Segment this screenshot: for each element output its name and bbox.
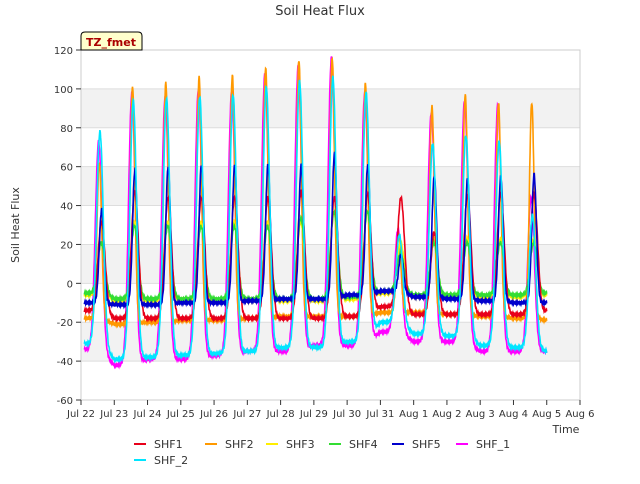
y-axis-label: Soil Heat Flux (9, 187, 22, 263)
y-tick-label: 100 (54, 85, 73, 96)
y-tick-label: -40 (57, 357, 73, 368)
site-label: TZ_fmet (86, 36, 136, 49)
y-tick-label: 120 (54, 46, 73, 57)
legend-label: SHF_2 (154, 454, 188, 467)
y-tick-label: 0 (67, 279, 73, 290)
x-tick-label: Jul 30 (332, 409, 361, 420)
x-tick-label: Jul 22 (66, 409, 95, 420)
soil-heat-flux-chart: -60 -40 -20 0 20 40 60 80 100 120 Jul 22 Jul 23 Jul … (0, 0, 640, 480)
legend-label: SHF4 (349, 438, 378, 451)
y-tick-label: 80 (60, 124, 73, 135)
x-tick-label: Jul 24 (133, 409, 162, 420)
x-tick-label: Jul 31 (365, 409, 394, 420)
legend-label: SHF5 (412, 438, 441, 451)
y-tick-label: -20 (57, 318, 73, 329)
x-tick-label: Aug 5 (532, 409, 561, 420)
y-tick-label: 40 (60, 202, 73, 213)
x-tick-label: Aug 3 (466, 409, 495, 420)
x-tick-label: Jul 26 (199, 409, 228, 420)
legend-label: SHF_1 (476, 438, 510, 451)
legend-label: SHF1 (154, 438, 183, 451)
x-tick-label: Jul 23 (99, 409, 128, 420)
x-tick-label: Aug 1 (399, 409, 428, 420)
y-tick-label: 60 (60, 163, 73, 174)
legend-label: SHF2 (225, 438, 254, 451)
legend-label: SHF3 (286, 438, 315, 451)
y-tick-label: -60 (57, 396, 73, 407)
chart-title: Soil Heat Flux (275, 4, 365, 19)
grid-band (81, 166, 580, 206)
x-tick-label: Aug 2 (432, 409, 461, 420)
x-tick-label: Aug 6 (565, 409, 594, 420)
x-tick-label: Aug 4 (499, 409, 528, 420)
site-label-box: TZ_fmet (80, 31, 143, 51)
chart-root: -60 -40 -20 0 20 40 60 80 100 120 Jul 22 Jul 23 Jul … (0, 0, 640, 480)
x-axis-label: Time (552, 423, 580, 436)
x-tick-label: Jul 25 (166, 409, 195, 420)
x-tick-label: Jul 27 (232, 409, 261, 420)
x-tick-label: Jul 29 (299, 409, 328, 420)
y-tick-label: 20 (60, 240, 73, 251)
x-tick-label: Jul 28 (266, 409, 295, 420)
